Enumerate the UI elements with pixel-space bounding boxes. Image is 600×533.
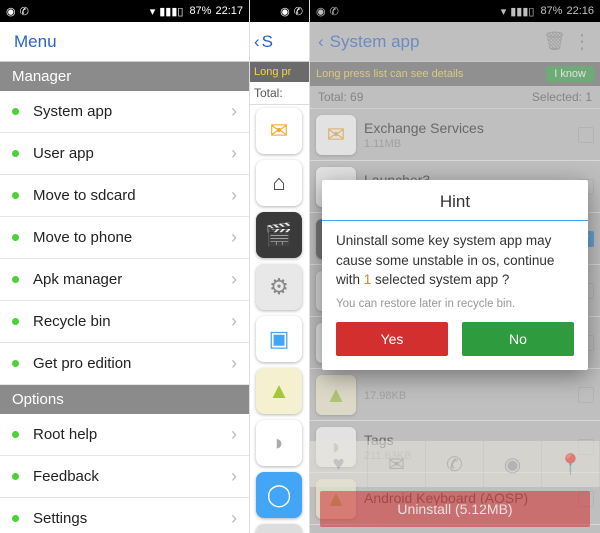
android-icon[interactable]: ▲: [256, 368, 302, 414]
chevron-right-icon: ›: [231, 185, 237, 206]
dock-phone-icon[interactable]: ✆: [426, 441, 484, 487]
app-row[interactable]: ✉Exchange Services1.11MB: [310, 109, 600, 161]
iknow-button[interactable]: I know: [546, 66, 594, 82]
menu-item-feedback[interactable]: Feedback›: [0, 456, 249, 498]
more-icon[interactable]: ⋮: [572, 29, 592, 54]
menu-item-system-app[interactable]: System app›: [0, 91, 249, 133]
dock-heart-icon[interactable]: ♥: [310, 441, 368, 487]
system-app-screen: ◉ ✆ ▾ ▮▮▮▯ 87% 22:16 ‹ System app 🗑 ⋮ Lo…: [310, 0, 600, 533]
list-screen-partial: ◉ ✆ ‹ S Long pr Total: ✉ ⌂ 🎬 ⚙ ▣ ▲ ◗ ◯ ♥: [250, 0, 310, 533]
menu-title: Menu: [0, 22, 249, 62]
chevron-right-icon: ›: [231, 466, 237, 487]
total-label: Total:: [318, 90, 347, 104]
hint-banner-partial: Long pr: [250, 62, 309, 82]
checkbox[interactable]: [578, 387, 594, 403]
clock: 22:17: [215, 5, 243, 17]
phone-icon: ✆: [294, 5, 303, 18]
uninstall-button[interactable]: Uninstall (5.12MB): [320, 491, 590, 527]
camera-icon: ◉: [280, 5, 290, 18]
film-icon[interactable]: 🎬: [256, 212, 302, 258]
menu-item-pro-edition[interactable]: Get pro edition›: [0, 343, 249, 385]
section-options: Options: [0, 385, 249, 414]
menu-item-move-phone[interactable]: Move to phone›: [0, 217, 249, 259]
back-icon[interactable]: ‹: [254, 32, 260, 52]
menu-item-apk-manager[interactable]: Apk manager›: [0, 259, 249, 301]
hint-dialog: Hint Uninstall some key system app may c…: [322, 180, 588, 370]
chevron-right-icon: ›: [231, 508, 237, 529]
android-icon: ▲: [316, 375, 356, 415]
chevron-right-icon: ›: [231, 227, 237, 248]
total-partial: Total:: [250, 82, 309, 105]
dialog-subtext: You can restore later in recycle bin.: [322, 290, 588, 322]
mail-icon[interactable]: ✉: [256, 108, 302, 154]
dialog-title: Hint: [322, 180, 588, 220]
dock: ♥ ✉ ✆ ◉ 📍: [310, 441, 600, 487]
chevron-right-icon: ›: [231, 311, 237, 332]
home-icon[interactable]: ⌂: [256, 160, 302, 206]
dialog-message: Uninstall some key system app may cause …: [322, 231, 588, 290]
app-bar: ‹ System app 🗑 ⋮: [310, 22, 600, 62]
no-button[interactable]: No: [462, 322, 574, 356]
menu-item-recycle-bin[interactable]: Recycle bin›: [0, 301, 249, 343]
app-title: System app: [330, 32, 420, 52]
dock-mail-icon[interactable]: ✉: [368, 441, 426, 487]
mail-icon: ✉: [316, 115, 356, 155]
stack-icon[interactable]: ▣: [256, 316, 302, 362]
camera-icon: ◉: [6, 5, 16, 18]
dock-pin-icon[interactable]: 📍: [542, 441, 600, 487]
hint-banner: Long press list can see details I know: [310, 62, 600, 86]
phone-icon: ✆: [20, 5, 29, 18]
back-icon[interactable]: ‹: [318, 32, 324, 52]
dock-camera-icon[interactable]: ◉: [484, 441, 542, 487]
chevron-right-icon: ›: [231, 424, 237, 445]
gear-icon[interactable]: ⚙: [256, 264, 302, 310]
status-bar: ◉ ✆: [250, 0, 309, 22]
tag-icon[interactable]: ◗: [256, 420, 302, 466]
checkbox[interactable]: [578, 127, 594, 143]
wifi-icon: ▾: [150, 5, 156, 18]
signal-icon: ▮▮▮▯: [159, 5, 183, 18]
heart-icon[interactable]: ♥: [256, 524, 302, 533]
selected-value: 1: [585, 90, 592, 104]
status-bar: ◉ ✆ ▾ ▮▮▮▯ 87% 22:17: [0, 0, 249, 22]
battery-text: 87%: [189, 5, 211, 17]
total-value: 69: [350, 90, 363, 104]
app-icon[interactable]: ◯: [256, 472, 302, 518]
app-bar: ‹ S: [250, 22, 309, 62]
menu-item-move-sdcard[interactable]: Move to sdcard›: [0, 175, 249, 217]
count-row: Total: 69 Selected: 1: [310, 86, 600, 109]
section-manager: Manager: [0, 62, 249, 91]
chevron-right-icon: ›: [231, 269, 237, 290]
selected-label: Selected:: [532, 90, 582, 104]
menu-item-settings[interactable]: Settings›: [0, 498, 249, 533]
menu-screen: ◉ ✆ ▾ ▮▮▮▯ 87% 22:17 Menu Manager System…: [0, 0, 250, 533]
trash-icon[interactable]: 🗑: [543, 31, 566, 52]
app-row[interactable]: ▲17.98KB: [310, 369, 600, 421]
chevron-right-icon: ›: [231, 353, 237, 374]
menu-item-user-app[interactable]: User app›: [0, 133, 249, 175]
chevron-right-icon: ›: [231, 143, 237, 164]
app-title-partial: S: [262, 32, 273, 52]
menu-item-root-help[interactable]: Root help›: [0, 414, 249, 456]
yes-button[interactable]: Yes: [336, 322, 448, 356]
chevron-right-icon: ›: [231, 101, 237, 122]
